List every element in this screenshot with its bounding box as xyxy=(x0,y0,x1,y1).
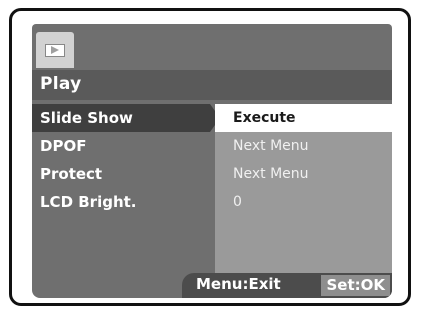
play-mode-tab[interactable] xyxy=(36,32,74,68)
play-menu-panel: Play Slide Show DPOF Protect LCD Bright.… xyxy=(32,24,392,298)
menu-header: Play xyxy=(32,70,392,100)
menu-footer: Menu:Exit Set:OK xyxy=(182,273,392,298)
set-ok-hint[interactable]: Set:OK xyxy=(321,275,390,296)
menu-item-slide-show[interactable]: Slide Show xyxy=(32,104,220,132)
menu-value-column: Execute Next Menu Next Menu 0 xyxy=(215,104,392,274)
play-mode-icon xyxy=(45,43,65,57)
menu-item-list: Slide Show DPOF Protect LCD Bright. xyxy=(32,104,220,216)
menu-item-dpof[interactable]: DPOF xyxy=(32,132,210,160)
menu-title: Play xyxy=(40,74,82,94)
menu-value-dpof[interactable]: Next Menu xyxy=(215,132,392,160)
menu-item-lcd-bright[interactable]: LCD Bright. xyxy=(32,188,210,216)
menu-value-protect[interactable]: Next Menu xyxy=(215,160,392,188)
menu-value-slide-show[interactable]: Execute xyxy=(215,104,392,132)
menu-exit-hint[interactable]: Menu:Exit xyxy=(196,275,281,293)
menu-item-protect[interactable]: Protect xyxy=(32,160,210,188)
menu-value-lcd-bright[interactable]: 0 xyxy=(215,188,392,216)
